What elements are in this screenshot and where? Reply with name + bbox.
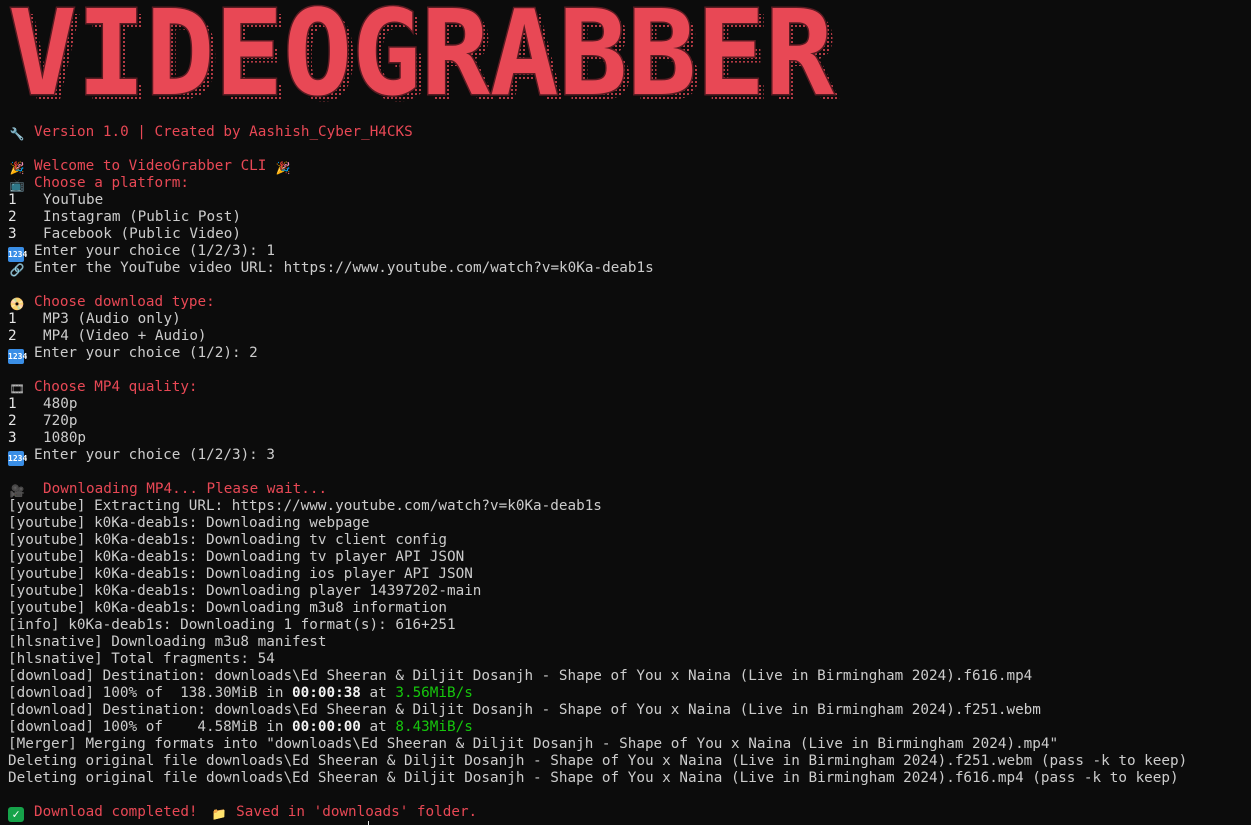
- choice-prompt: 1234 Enter your choice (1/2): 2: [8, 345, 1251, 364]
- download-type-title: 📀 Choose download type:: [9, 294, 215, 311]
- menu-option: 2 720p: [8, 413, 78, 429]
- link-icon: 🔗: [9, 263, 25, 277]
- videograbber-logo: VIDEOGRABBER VIDEOGRABBER: [7, 4, 841, 106]
- log-line: [youtube] Extracting URL: https://www.yo…: [8, 498, 602, 514]
- party-popper-icon: 🎉: [9, 161, 25, 175]
- movie-camera-icon: 🎥: [9, 484, 25, 498]
- log-line: [hlsnative] Total fragments: 54: [8, 651, 275, 667]
- film-frames-icon: 🎞: [9, 382, 25, 396]
- completion-line: ✓ Download completed! 📁 Saved in 'download…: [8, 804, 1251, 822]
- menu-option: 3 Facebook (Public Video): [8, 226, 241, 242]
- terminal-output: 🔧 Version 1.0 | Created by Aashish_Cyber_…: [8, 124, 1251, 825]
- input-cursor-line[interactable]: [8, 821, 1251, 825]
- folder-icon: 📁: [211, 807, 227, 821]
- url-prompt: 🔗 Enter the YouTube video URL: https://ww…: [9, 260, 654, 277]
- text-cursor: [368, 821, 369, 825]
- check-mark-icon: ✓: [8, 807, 24, 822]
- menu-option: 2 Instagram (Public Post): [8, 209, 241, 225]
- log-line: [youtube] k0Ka-deab1s: Downloading webpa…: [8, 515, 370, 531]
- welcome-line: 🎉 Welcome to VideoGrabber CLI 🎉: [9, 158, 291, 175]
- log-line: [hlsnative] Downloading m3u8 manifest: [8, 634, 327, 650]
- menu-option: 1 480p: [8, 396, 78, 412]
- log-line: [Merger] Merging formats into "downloads…: [8, 736, 1059, 752]
- dvd-icon: 📀: [9, 297, 25, 311]
- log-line: [info] k0Ka-deab1s: Downloading 1 format…: [8, 617, 456, 633]
- download-progress-line: [download] 100% of 138.30MiB in 00:00:38…: [8, 685, 473, 701]
- terminal-window[interactable]: VIDEOGRABBER VIDEOGRABBER 🔧 Version 1.0 |…: [0, 0, 1251, 825]
- menu-option: 1 MP3 (Audio only): [8, 311, 181, 327]
- tv-icon: 📺: [9, 178, 25, 192]
- menu-option: 1 YouTube: [8, 192, 104, 208]
- logo-text: VIDEOGRABBER: [8, 4, 835, 106]
- choice-prompt: 1234 Enter your choice (1/2/3): 1: [8, 243, 1251, 262]
- log-line: [download] Destination: downloads\Ed She…: [8, 702, 1041, 718]
- log-line: Deleting original file downloads\Ed Shee…: [8, 770, 1179, 786]
- log-line: [youtube] k0Ka-deab1s: Downloading ios p…: [8, 566, 473, 582]
- log-line: [youtube] k0Ka-deab1s: Downloading playe…: [8, 583, 482, 599]
- download-progress-line: [download] 100% of 4.58MiB in 00:00:00 a…: [8, 719, 473, 735]
- log-line: [youtube] k0Ka-deab1s: Downloading m3u8 …: [8, 600, 447, 616]
- downloading-status: 🎥 Downloading MP4... Please wait...: [9, 481, 328, 498]
- log-line: [download] Destination: downloads\Ed She…: [8, 668, 1033, 684]
- log-line: [youtube] k0Ka-deab1s: Downloading tv pl…: [8, 549, 465, 565]
- log-line: [youtube] k0Ka-deab1s: Downloading tv cl…: [8, 532, 447, 548]
- choice-prompt: 1234 Enter your choice (1/2/3): 3: [8, 447, 1251, 466]
- quality-menu-title: 🎞 Choose MP4 quality:: [9, 379, 198, 396]
- menu-option: 3 1080p: [8, 430, 87, 446]
- log-line: Deleting original file downloads\Ed Shee…: [8, 753, 1188, 769]
- version-line: 🔧 Version 1.0 | Created by Aashish_Cyber_…: [9, 124, 413, 141]
- wrench-icon: 🔧: [9, 127, 25, 141]
- party-popper-icon: 🎉: [275, 161, 291, 175]
- platform-menu-title: 📺 Choose a platform:: [9, 175, 189, 192]
- menu-option: 2 MP4 (Video + Audio): [8, 328, 207, 344]
